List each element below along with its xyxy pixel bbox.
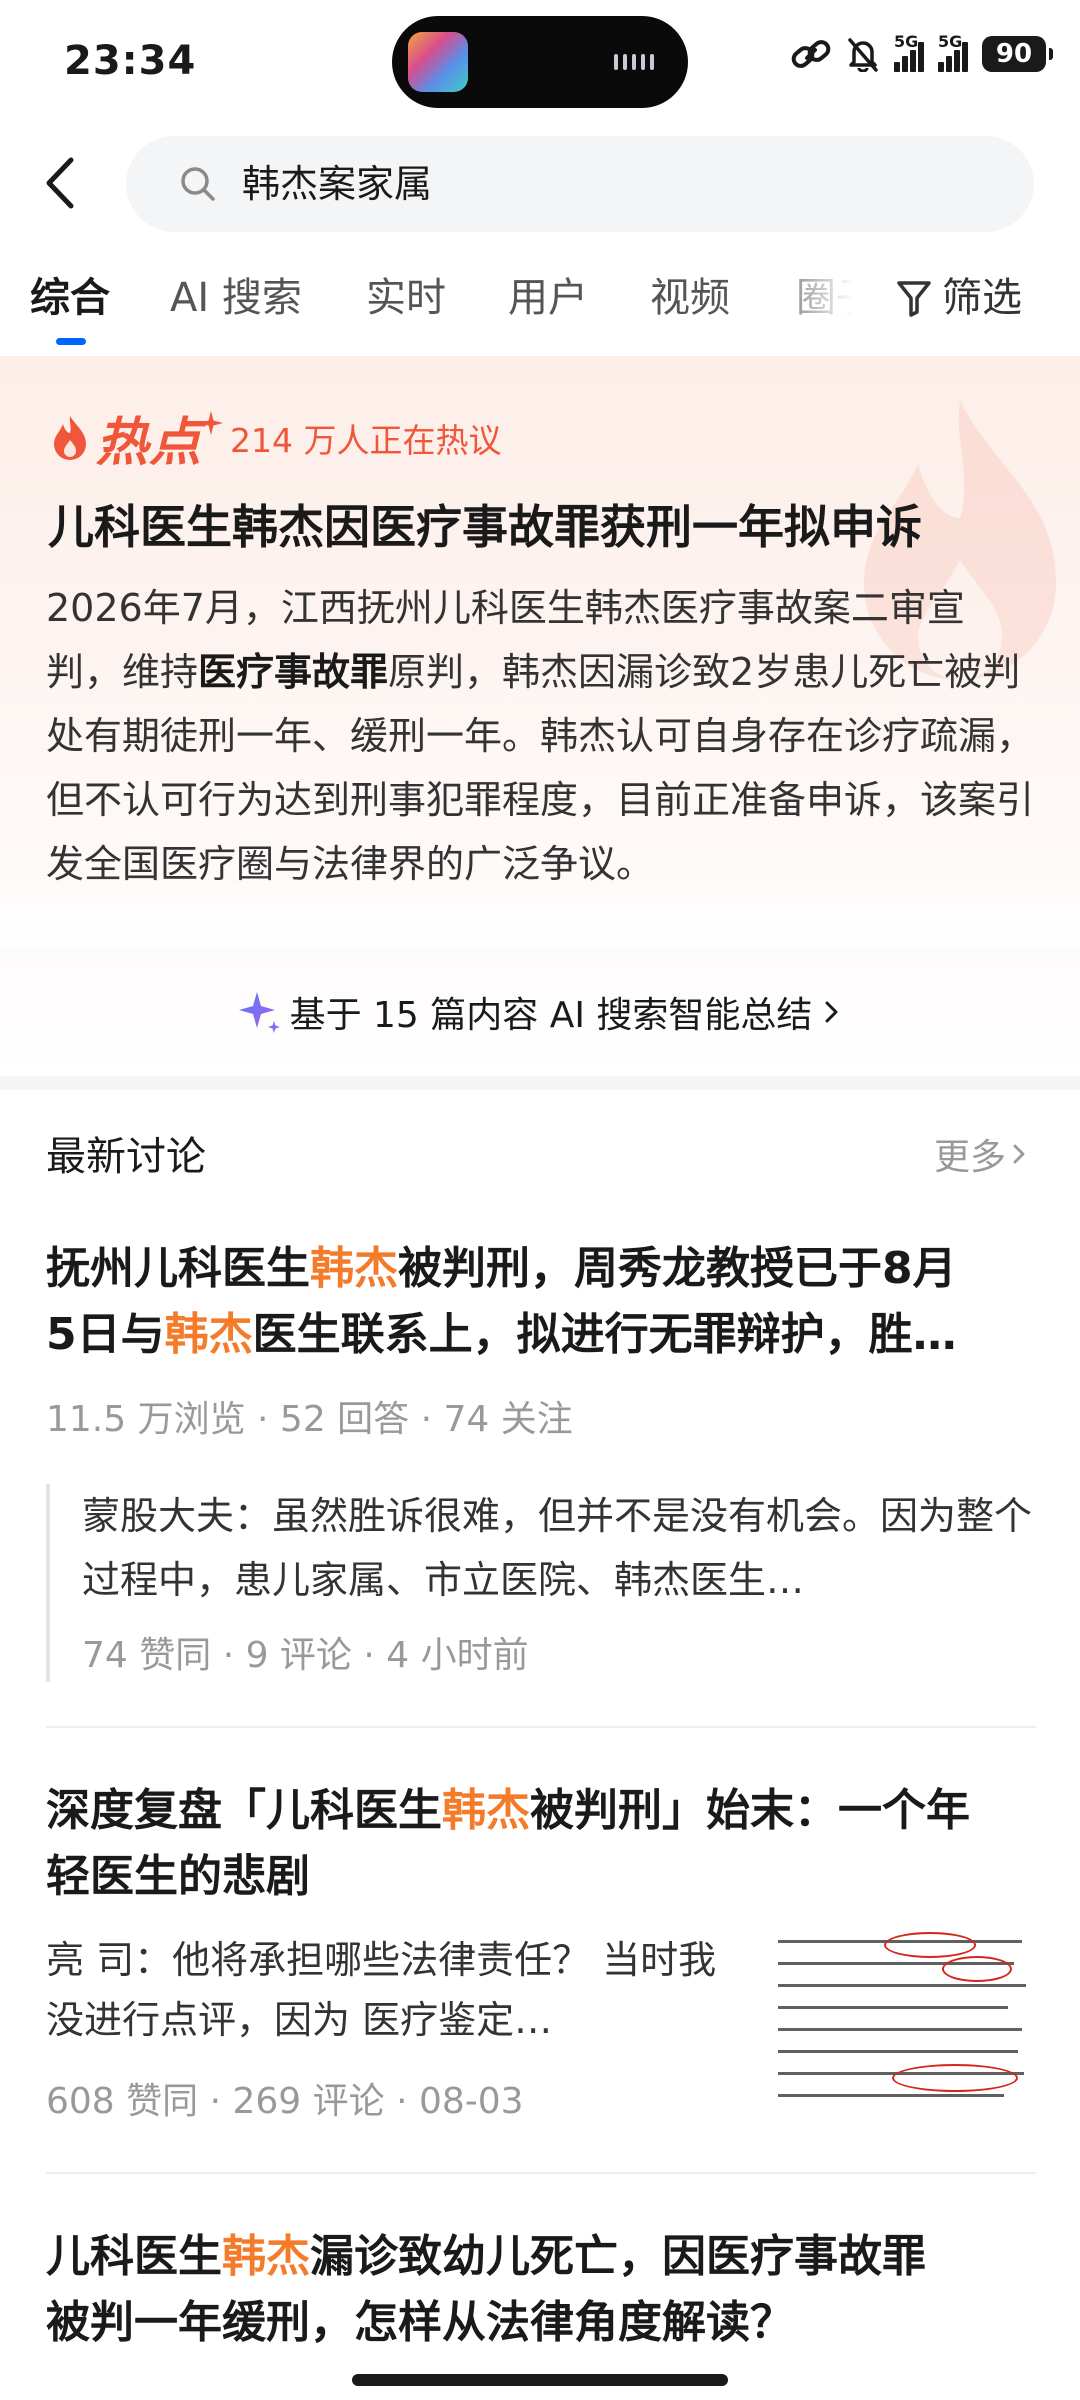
- filter-icon: [897, 281, 931, 317]
- question-meta: 11.5 万浏览 · 52 回答 · 74 关注: [46, 1399, 573, 1440]
- signal-icon: 5G: [894, 32, 924, 72]
- hot-badge: 热点: [96, 413, 203, 473]
- chevron-right-icon: [1013, 1144, 1025, 1164]
- hot-summary-bold: 医疗事故罪: [198, 650, 389, 694]
- tab-ai-search[interactable]: AI 搜索: [170, 268, 302, 328]
- title-line: 抚州儿科医生韩杰被判刑，周秀龙教授已于8月: [46, 1236, 957, 1302]
- title-highlight: 韩杰: [222, 2231, 310, 2282]
- title-highlight: 韩杰: [310, 1243, 398, 1294]
- title-text: 轻医生的悲剧: [46, 1851, 310, 1902]
- title-text: 医生联系上，拟进行无罪辩护，胜…: [252, 1309, 957, 1360]
- hot-title[interactable]: 儿科医生韩杰因医疗事故罪获刑一年拟申诉: [48, 492, 922, 562]
- home-indicator[interactable]: [352, 2374, 728, 2386]
- tab-fade-overlay: [756, 264, 886, 336]
- thumb-text-line: [778, 2094, 1004, 2097]
- tab-bar: 综合 AI 搜索 实时 用户 视频 圈子 筛选: [0, 264, 1080, 348]
- network-type-2: 5G: [938, 32, 963, 51]
- audio-bars-icon: [614, 54, 654, 70]
- ai-summary-link[interactable]: 基于 15 篇内容 AI 搜索智能总结: [0, 986, 1080, 1038]
- signal-icon-2: 5G: [938, 32, 968, 72]
- question-title[interactable]: 抚州儿科医生韩杰被判刑，周秀龙教授已于8月 5日与韩杰医生联系上，拟进行无罪辩护…: [46, 1236, 957, 1368]
- mute-bell-icon: [848, 38, 878, 72]
- back-button[interactable]: [30, 150, 90, 216]
- thumb-text-line: [778, 1984, 1026, 1987]
- question-title[interactable]: 儿科医生韩杰漏诊致幼儿死亡，因医疗事故罪 被判一年缓刑，怎样从法律角度解读？: [46, 2224, 926, 2356]
- summary-fade-overlay: [0, 876, 1080, 946]
- article-summary[interactable]: 亮 司：他将承担哪些法律责任？ 当时我没进行点评，因为 医疗鉴定…: [46, 1930, 736, 2050]
- article-thumbnail[interactable]: [766, 1928, 1036, 2122]
- hot-discussion-count: 214 万人正在热议: [230, 420, 502, 460]
- title-text: 深度复盘「儿科医生: [46, 1785, 442, 1836]
- title-highlight: 韩杰: [164, 1309, 253, 1360]
- network-type-1: 5G: [894, 32, 919, 51]
- title-text: 漏诊致幼儿死亡，因医疗事故罪: [310, 2231, 926, 2282]
- more-label: 更多: [933, 1137, 1006, 1178]
- section-divider: [0, 1076, 1080, 1090]
- list-separator: [46, 1726, 1036, 1728]
- ai-sparkle-icon: [238, 992, 280, 1033]
- title-text: 抚州儿科医生: [46, 1243, 310, 1294]
- filter-button[interactable]: 筛选: [896, 268, 1022, 328]
- latest-heading: 最新讨论: [46, 1134, 206, 1180]
- search-query: 韩杰案家属: [242, 162, 433, 206]
- hot-summary: 2026年7月，江西抚州儿科医生韩杰医疗事故案二审宣判，维持医疗事故罪原判，韩杰…: [46, 576, 1036, 896]
- search-input[interactable]: 韩杰案家属: [126, 136, 1034, 232]
- hot-logo: 热点: [50, 400, 224, 475]
- clock: 23:34: [64, 38, 197, 84]
- title-line: 5日与韩杰医生联系上，拟进行无罪辩护，胜…: [46, 1302, 957, 1368]
- island-app-icon: [408, 32, 468, 92]
- title-line: 轻医生的悲剧: [46, 1844, 970, 1910]
- thumb-annotation-circle: [884, 1932, 976, 1958]
- sparkle-icon: [199, 410, 224, 435]
- title-highlight: 韩杰: [442, 1785, 530, 1836]
- more-link[interactable]: 更多: [934, 1128, 1028, 1180]
- title-text: 被判一年缓刑，怎样从法律角度解读？: [46, 2297, 794, 2348]
- thumb-text-line: [778, 2006, 1008, 2009]
- active-tab-indicator: [56, 338, 86, 345]
- answer-preview[interactable]: 蒙股大夫：虽然胜诉很难，但并不是没有机会。因为整个过程中，患儿家属、市立医院、韩…: [46, 1484, 1036, 1682]
- thumb-annotation-circle: [892, 2064, 1018, 2092]
- article-title[interactable]: 深度复盘「儿科医生韩杰被判刑」始末：一个年 轻医生的悲剧: [46, 1778, 970, 1910]
- hot-header: 热点 214 万人正在热议: [50, 400, 502, 475]
- tab-realtime[interactable]: 实时: [366, 268, 446, 328]
- thumb-text-line: [778, 2028, 1022, 2031]
- filter-label: 筛选: [942, 275, 1022, 321]
- chevron-right-icon: [825, 1001, 838, 1023]
- thumb-annotation-circle: [942, 1956, 1012, 1982]
- status-icons: 5G 5G 90: [790, 32, 1053, 72]
- flame-icon: [54, 415, 86, 460]
- title-line: 被判一年缓刑，怎样从法律角度解读？: [46, 2290, 926, 2356]
- search-icon: [181, 167, 215, 201]
- thumb-text-line: [778, 2050, 1018, 2053]
- status-bar: 23:34 5G 5G 90: [0, 0, 1080, 125]
- tab-comprehensive[interactable]: 综合: [30, 268, 110, 328]
- answer-text: 蒙股大夫：虽然胜诉很难，但并不是没有机会。因为整个过程中，患儿家属、市立医院、韩…: [82, 1494, 1033, 1602]
- tab-users[interactable]: 用户: [508, 268, 588, 328]
- title-text: 5日与: [46, 1309, 165, 1360]
- chevron-left-icon: [46, 157, 74, 209]
- list-separator: [46, 2172, 1036, 2174]
- link-icon: [791, 40, 831, 68]
- battery-icon: 90: [982, 36, 1053, 72]
- title-text: 儿科医生: [46, 2231, 222, 2282]
- title-text: 被判刑，周秀龙教授已于8月: [398, 1243, 957, 1294]
- dynamic-island[interactable]: [392, 16, 688, 108]
- hot-topic-card[interactable]: 热点 214 万人正在热议 儿科医生韩杰因医疗事故罪获刑一年拟申诉 2026年7…: [0, 356, 1080, 1076]
- tab-video[interactable]: 视频: [650, 268, 730, 328]
- article-meta: 608 赞同 · 269 评论 · 08-03: [46, 2081, 524, 2122]
- title-text: 被判刑」始末：一个年: [530, 1785, 970, 1836]
- title-line: 儿科医生韩杰漏诊致幼儿死亡，因医疗事故罪: [46, 2224, 926, 2290]
- answer-meta: 74 赞同 · 9 评论 · 4 小时前: [82, 1635, 529, 1676]
- title-line: 深度复盘「儿科医生韩杰被判刑」始末：一个年: [46, 1778, 970, 1844]
- ai-summary-label: 基于 15 篇内容 AI 搜索智能总结: [289, 995, 813, 1036]
